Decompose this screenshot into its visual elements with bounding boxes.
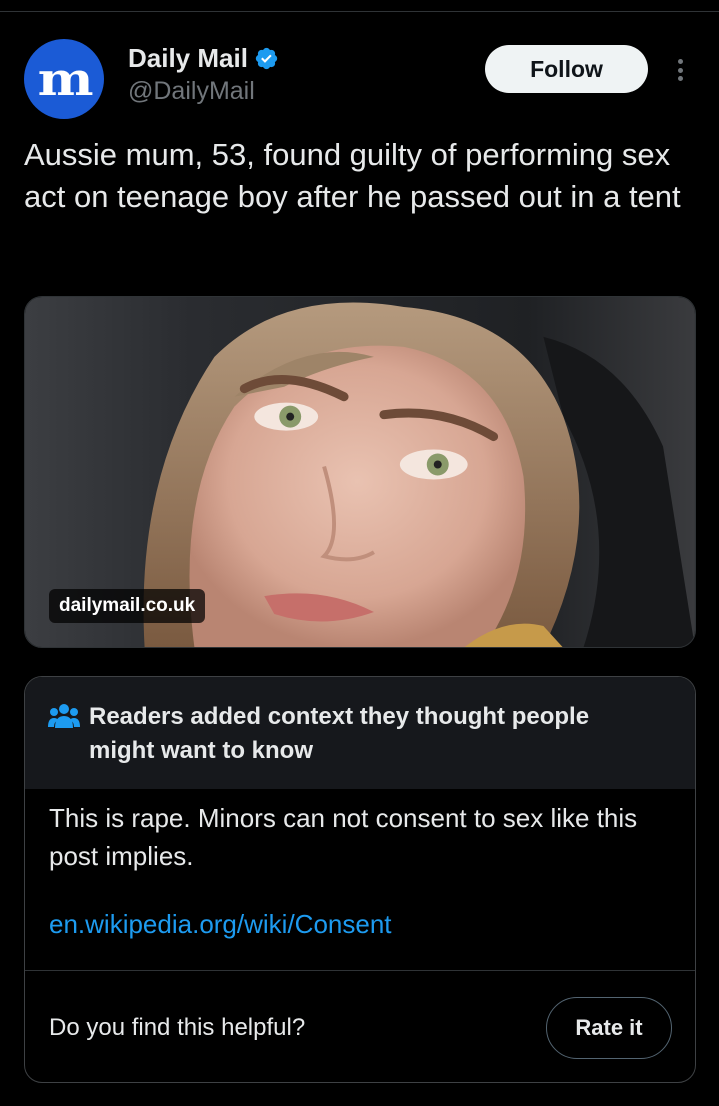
tweet-text: Aussie mum, 53, found guilty of performi…: [24, 137, 681, 214]
account-name[interactable]: Daily Mail: [128, 43, 248, 74]
community-note: Readers added context they thought peopl…: [24, 676, 696, 1083]
helpful-prompt: Do you find this helpful?: [49, 1014, 306, 1041]
follow-button[interactable]: Follow: [485, 45, 648, 93]
rate-it-button[interactable]: Rate it: [546, 997, 672, 1059]
link-domain-badge: dailymail.co.uk: [49, 589, 206, 623]
community-note-body: This is rape. Minors can not consent to …: [49, 803, 638, 871]
avatar-logo: m: [37, 52, 94, 106]
avatar[interactable]: m: [24, 39, 104, 119]
account-handle[interactable]: @DailyMail: [128, 77, 255, 106]
top-divider: [0, 11, 719, 12]
community-note-source-link[interactable]: en.wikipedia.org/wiki/Consent: [49, 909, 392, 940]
community-note-title: Readers added context they thought peopl…: [89, 703, 590, 764]
note-divider: [25, 970, 695, 971]
more-vertical-icon[interactable]: [670, 53, 690, 87]
name-row: Daily Mail: [128, 43, 279, 74]
community-note-header: Readers added context they thought peopl…: [25, 677, 695, 789]
tweet-media-card[interactable]: dailymail.co.uk: [24, 296, 696, 648]
tweet-header: m Daily Mail @DailyMail Follow: [24, 37, 696, 119]
people-icon: [48, 704, 80, 728]
verified-badge-icon: [255, 47, 278, 70]
